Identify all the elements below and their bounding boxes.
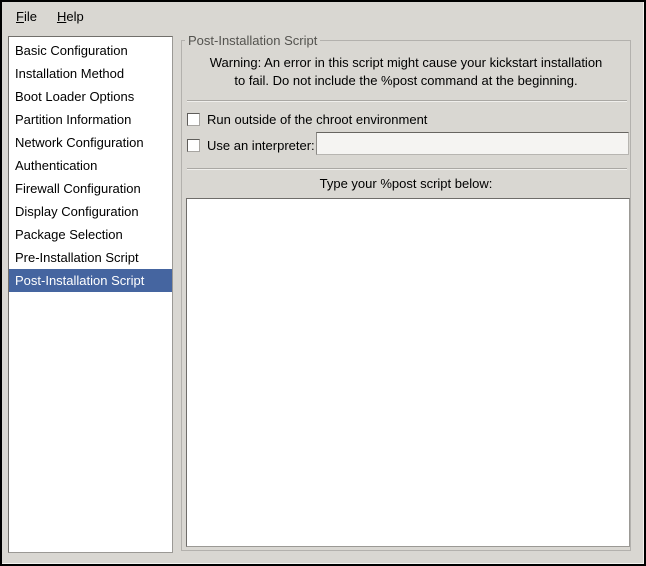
menu-help-mnemonic: H: [57, 9, 66, 24]
section-list: Basic Configuration Installation Method …: [8, 36, 173, 553]
menu-file[interactable]: File: [6, 4, 47, 29]
sidebar-item-network-configuration[interactable]: Network Configuration: [9, 131, 172, 154]
chroot-checkbox-label[interactable]: Run outside of the chroot environment: [207, 112, 427, 127]
sidebar-item-post-installation-script[interactable]: Post-Installation Script: [9, 269, 172, 292]
warning-line-1: Warning: An error in this script might c…: [182, 54, 630, 72]
sidebar-item-partition-information[interactable]: Partition Information: [9, 108, 172, 131]
chroot-checkbox[interactable]: [187, 113, 200, 126]
interpreter-input[interactable]: [316, 132, 629, 155]
menu-file-mnemonic: F: [16, 9, 24, 24]
separator-bottom: [187, 168, 627, 170]
kickstart-configurator-window: File Help Basic Configuration Installati…: [0, 0, 646, 566]
post-installation-frame: Post-Installation Script Warning: An err…: [181, 40, 631, 551]
chroot-option-row: Run outside of the chroot environment: [187, 108, 427, 131]
warning-line-2: to fail. Do not include the %post comman…: [182, 72, 630, 90]
sidebar-item-authentication[interactable]: Authentication: [9, 154, 172, 177]
interpreter-checkbox[interactable]: [187, 139, 200, 152]
sidebar-item-installation-method[interactable]: Installation Method: [9, 62, 172, 85]
sidebar-item-boot-loader-options[interactable]: Boot Loader Options: [9, 85, 172, 108]
post-script-textarea[interactable]: [186, 198, 630, 547]
menu-file-label: ile: [24, 9, 37, 24]
warning-text: Warning: An error in this script might c…: [182, 54, 630, 90]
menu-help[interactable]: Help: [47, 4, 94, 29]
sidebar-item-basic-configuration[interactable]: Basic Configuration: [9, 39, 172, 62]
sidebar-item-display-configuration[interactable]: Display Configuration: [9, 200, 172, 223]
script-area-label: Type your %post script below:: [182, 176, 630, 191]
interpreter-checkbox-label[interactable]: Use an interpreter:: [207, 138, 315, 153]
sidebar-item-package-selection[interactable]: Package Selection: [9, 223, 172, 246]
menu-help-label: elp: [66, 9, 83, 24]
interpreter-option-row: Use an interpreter:: [187, 134, 315, 157]
frame-title: Post-Installation Script: [185, 33, 320, 48]
sidebar-item-firewall-configuration[interactable]: Firewall Configuration: [9, 177, 172, 200]
menubar: File Help: [2, 2, 644, 30]
sidebar-item-pre-installation-script[interactable]: Pre-Installation Script: [9, 246, 172, 269]
separator-top: [187, 100, 627, 102]
